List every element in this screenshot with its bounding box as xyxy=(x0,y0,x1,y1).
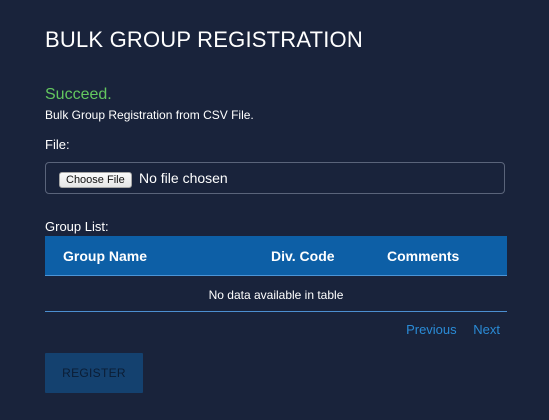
page-title: BULK GROUP REGISTRATION xyxy=(45,27,363,52)
column-header-comments[interactable]: Comments xyxy=(387,248,459,264)
choose-file-button[interactable]: Choose File xyxy=(59,172,132,188)
pagination: Previous Next xyxy=(406,322,500,337)
file-label: File: xyxy=(45,137,70,152)
status-message: Bulk Group Registration from CSV File. xyxy=(45,108,254,122)
column-header-div-code[interactable]: Div. Code xyxy=(271,248,335,264)
next-page-link[interactable]: Next xyxy=(473,322,500,337)
column-header-group-name[interactable]: Group Name xyxy=(63,248,147,264)
group-list-label: Group List: xyxy=(45,219,109,234)
register-button[interactable]: REGISTER xyxy=(45,353,143,393)
table-header: Group Name Div. Code Comments xyxy=(45,236,507,276)
file-input[interactable]: Choose File No file chosen xyxy=(45,162,505,194)
file-status: No file chosen xyxy=(139,170,228,186)
group-list-table: Group Name Div. Code Comments No data av… xyxy=(45,236,507,312)
success-status: Succeed. xyxy=(45,86,112,103)
previous-page-link[interactable]: Previous xyxy=(406,322,457,337)
empty-table-message: No data available in table xyxy=(45,276,507,312)
